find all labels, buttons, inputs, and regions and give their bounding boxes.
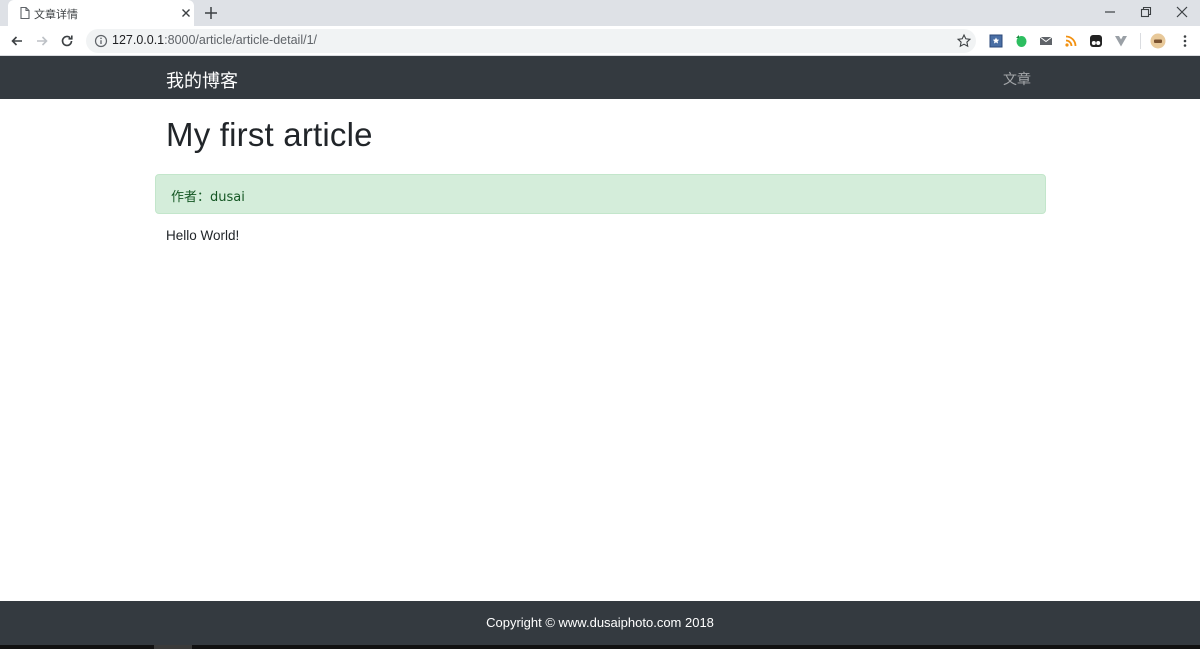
minimize-icon[interactable] <box>1102 4 1118 20</box>
forward-icon[interactable] <box>34 33 50 49</box>
rss-ext-icon[interactable] <box>1064 34 1078 48</box>
tab-title: 文章详情 <box>34 9 78 21</box>
tampermonkey-ext-icon[interactable] <box>1089 34 1103 48</box>
taskbar-item[interactable] <box>154 645 192 649</box>
back-icon[interactable] <box>9 33 25 49</box>
browser-toolbar: 127.0.0.1:8000/article/article-detail/1/ <box>0 26 1200 56</box>
article-title: My first article <box>166 116 373 153</box>
address-bar[interactable]: 127.0.0.1:8000/article/article-detail/1/ <box>86 29 976 53</box>
browser-tab[interactable]: 文章详情 <box>8 0 194 26</box>
mail-ext-icon[interactable] <box>1039 34 1053 48</box>
window-close-icon[interactable] <box>1174 4 1190 20</box>
nav-link-articles[interactable]: 文章 <box>1003 69 1031 89</box>
url-host: 127.0.0.1 <box>112 33 165 47</box>
url-text[interactable]: 127.0.0.1:8000/article/article-detail/1/ <box>112 33 317 47</box>
star-icon[interactable] <box>956 33 972 49</box>
os-taskbar <box>0 645 1200 649</box>
article-body: Hello World! <box>166 228 240 243</box>
reload-icon[interactable] <box>59 33 75 49</box>
plus-icon[interactable] <box>202 4 220 22</box>
vue-devtools-ext-icon[interactable] <box>1114 34 1128 48</box>
navbar-brand-link[interactable]: 我的博客 <box>166 67 238 93</box>
site-navbar: 我的博客 文章 <box>0 56 1200 99</box>
page-icon <box>20 6 30 20</box>
author-alert: 作者：dusai <box>155 174 1046 214</box>
footer-copyright: Copyright © www.dusaiphoto.com 2018 <box>486 615 714 630</box>
bookmark-ext-icon[interactable] <box>989 34 1003 48</box>
menu-kebab-icon[interactable] <box>1178 34 1192 48</box>
toolbar-separator <box>1140 33 1141 49</box>
info-icon[interactable] <box>94 34 108 48</box>
author-text: 作者：dusai <box>171 190 245 205</box>
restore-icon[interactable] <box>1138 4 1154 20</box>
close-icon[interactable] <box>178 5 194 21</box>
profile-avatar[interactable] <box>1150 33 1166 49</box>
url-path: :8000/article/article-detail/1/ <box>164 33 317 47</box>
browser-tab-strip: 文章详情 <box>0 0 1200 26</box>
evernote-ext-icon[interactable] <box>1014 34 1028 48</box>
site-footer: Copyright © www.dusaiphoto.com 2018 <box>0 601 1200 645</box>
